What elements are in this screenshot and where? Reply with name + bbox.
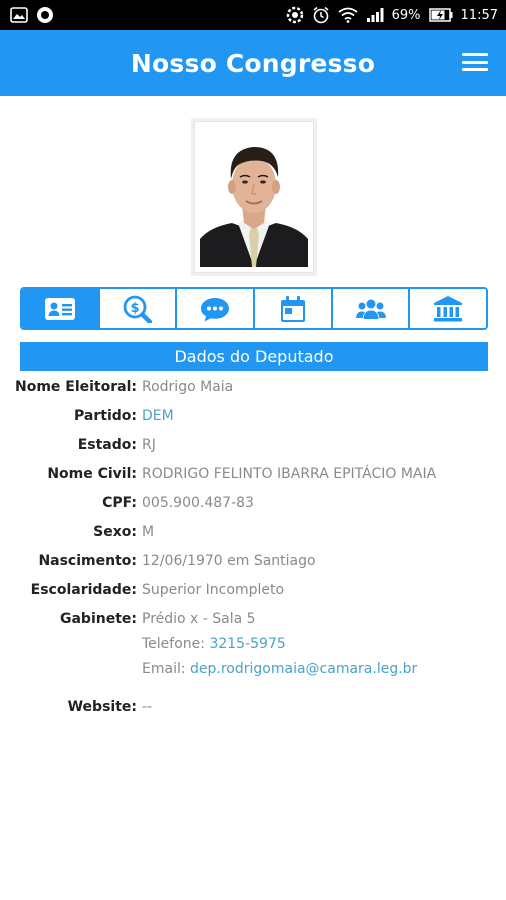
record-notification-icon	[36, 6, 54, 24]
id-card-icon	[44, 297, 75, 320]
app-title: Nosso Congresso	[130, 48, 376, 78]
detail-label: Estado:	[77, 437, 137, 453]
detail-label: Escolaridade:	[30, 582, 137, 598]
detail-row-sexo: Sexo: M	[0, 521, 506, 550]
group-icon	[355, 299, 386, 319]
tab-orgaos[interactable]	[410, 289, 486, 328]
tab-agenda[interactable]	[255, 289, 333, 328]
detail-value-nome-eleitoral: Rodrigo Maia	[142, 379, 234, 395]
phone-link[interactable]: 3215-5975	[209, 636, 285, 652]
alarm-icon	[312, 6, 330, 24]
party-link[interactable]: DEM	[137, 405, 174, 425]
tab-frentes[interactable]	[332, 289, 411, 328]
detail-label: Gabinete:	[59, 611, 137, 627]
detail-value-escolaridade: Superior Incompleto	[142, 582, 285, 598]
settings-status-icon	[286, 6, 304, 24]
detail-value-nascimento: 12/06/1970 em Santiago	[142, 553, 316, 569]
office-location: Prédio x - Sala 5	[142, 611, 256, 627]
detail-row-nome-civil: Nome Civil: RODRIGO FELINTO IBARRA EPITÁ…	[0, 463, 506, 492]
detail-row-estado: Estado: RJ	[0, 434, 506, 463]
calendar-icon	[280, 295, 305, 322]
email-label: Email:	[142, 661, 186, 677]
detail-label: CPF:	[102, 495, 137, 511]
detail-value-nome-civil: RODRIGO FELINTO IBARRA EPITÁCIO MAIA	[142, 466, 437, 482]
profile-tabs: $	[20, 287, 488, 330]
money-search-icon: $	[123, 295, 152, 323]
svg-text:$: $	[130, 301, 139, 316]
wifi-icon	[338, 7, 358, 23]
detail-value-website: --	[142, 699, 153, 715]
tab-discursos[interactable]	[177, 289, 256, 328]
section-header: Dados do Deputado	[20, 342, 488, 371]
detail-row-website: Website: --	[0, 696, 506, 725]
detail-label: Nome Eleitoral:	[14, 379, 137, 395]
app-bar: Nosso Congresso	[0, 30, 506, 96]
detail-value-estado: RJ	[142, 437, 156, 453]
detail-label: Sexo:	[93, 524, 137, 540]
detail-label: Nome Civil:	[47, 466, 137, 482]
battery-charging-icon	[428, 8, 453, 22]
detail-label: Website:	[67, 699, 137, 715]
detail-label: Nascimento:	[38, 553, 137, 569]
image-notification-icon	[10, 7, 28, 23]
status-bar: 69% 11:57	[0, 0, 506, 30]
detail-row-escolaridade: Escolaridade: Superior Incompleto	[0, 579, 506, 608]
detail-value-cpf: 005.900.487-83	[142, 495, 254, 511]
tab-gastos[interactable]: $	[99, 289, 178, 328]
phone-label: Telefone:	[142, 636, 205, 652]
hamburger-menu-icon[interactable]	[462, 50, 488, 74]
detail-row-gabinete: Gabinete: Prédio x - Sala 5 Telefone: 32…	[0, 608, 506, 696]
bank-icon	[434, 295, 463, 321]
tab-dados[interactable]	[22, 289, 100, 328]
detail-row-nome-eleitoral: Nome Eleitoral: Rodrigo Maia	[0, 376, 506, 405]
detail-row-nascimento: Nascimento: 12/06/1970 em Santiago	[0, 550, 506, 579]
deputy-photo	[194, 121, 314, 273]
detail-row-partido: Partido: DEM	[0, 405, 506, 434]
detail-label: Partido:	[74, 408, 137, 424]
office-email-line: Email: dep.rodrigomaia@camara.leg.br	[142, 660, 417, 685]
signal-icon	[366, 7, 384, 23]
battery-percent: 69%	[391, 7, 421, 23]
office-phone-line: Telefone: 3215-5975	[142, 635, 417, 660]
detail-row-cpf: CPF: 005.900.487-83	[0, 492, 506, 521]
deputy-details: Nome Eleitoral: Rodrigo Maia Partido: DE…	[0, 376, 506, 725]
chat-icon	[201, 297, 230, 321]
clock: 11:57	[460, 7, 498, 23]
detail-value-gabinete: Prédio x - Sala 5 Telefone: 3215-5975 Em…	[137, 608, 417, 685]
email-link[interactable]: dep.rodrigomaia@camara.leg.br	[190, 661, 417, 677]
detail-value-sexo: M	[142, 524, 155, 540]
